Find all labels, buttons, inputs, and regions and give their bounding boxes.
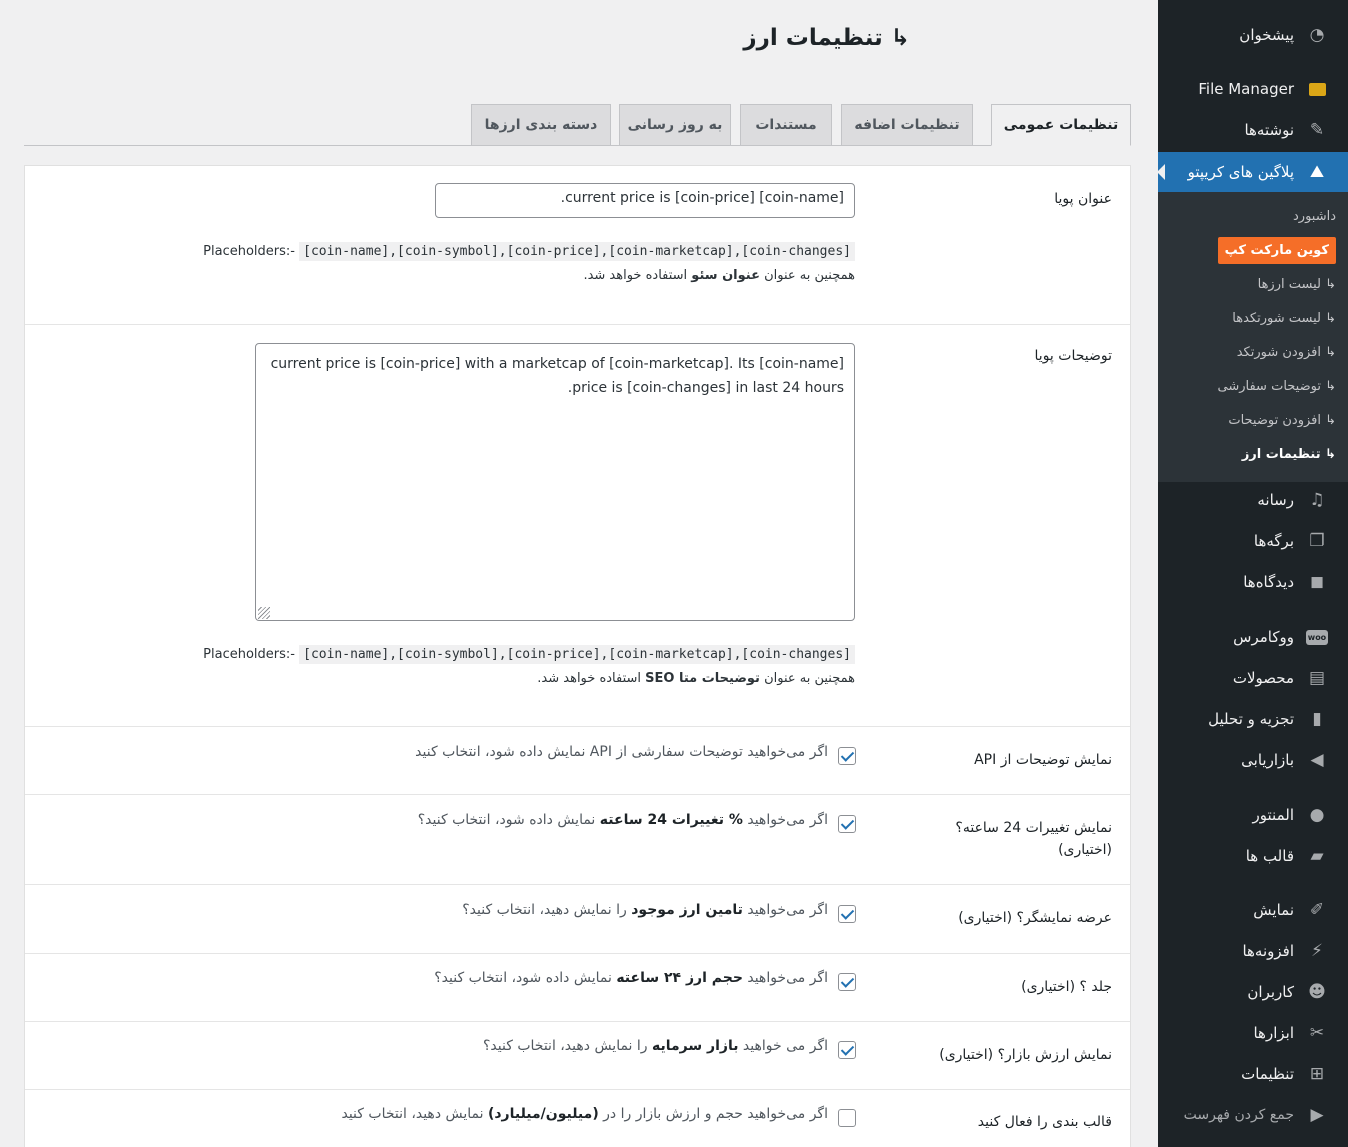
dynamic-desc-textarea[interactable]: [coin-name] current price is [coin-price…	[255, 343, 855, 621]
marketcap-label: نمایش ارزش بازار؟ (اختیاری)	[939, 1047, 1112, 1063]
menu-dashboard[interactable]: ◔ پیشخوان	[1158, 18, 1348, 52]
menu-collapse[interactable]: ▶ جمع کردن فهرست	[1158, 1098, 1348, 1132]
dashboard-icon: ◔	[1309, 25, 1325, 45]
menu-file-manager[interactable]: File Manager	[1158, 72, 1348, 106]
row-api-desc: نمایش توضیحات از API اگر می‌خواهید توضیح…	[25, 727, 1130, 795]
menu-comments[interactable]: ◼ دیدگاه‌ها	[1158, 565, 1348, 599]
row-marketcap: نمایش ارزش بازار؟ (اختیاری) اگر می خواهی…	[25, 1022, 1130, 1090]
format-text: اگر می‌خواهید حجم و ارزش بازار را در (می…	[341, 1106, 828, 1122]
menu-woocommerce[interactable]: woo ووکامرس	[1158, 620, 1348, 654]
changes24-label: نمایش تغییرات 24 ساعته؟ (اختیاری)	[955, 820, 1112, 858]
menu-analytics[interactable]: ▮ تجزیه و تحلیل	[1158, 702, 1348, 736]
submenu-add-desc[interactable]: ↳ افزودن توضیحات	[1158, 406, 1348, 434]
settings-form: عنوان پویا [coin-name] [coin-price] curr…	[24, 165, 1131, 1147]
elementor-icon: ●	[1309, 805, 1325, 825]
row-changes24: نمایش تغییرات 24 ساعته؟ (اختیاری) اگر می…	[25, 795, 1130, 885]
page-title: ↳ تنظیمات ارز	[743, 25, 910, 51]
title-note: همچنین به عنوان عنوان سئو استفاده خواهد …	[583, 268, 855, 283]
menu-label: File Manager	[1198, 80, 1294, 98]
marketcap-checkbox[interactable]	[838, 1041, 856, 1059]
crypto-submenu: داشبورد کوین مارکت کپ ↳ لیست ارزها ↳ لیس…	[1158, 192, 1348, 482]
submenu-add-shortcode[interactable]: ↳ افزودن شورتکد	[1158, 338, 1348, 366]
tab-categories[interactable]: دسته بندی ارزها	[471, 104, 611, 146]
settings-icon: ⊞	[1309, 1064, 1325, 1084]
submenu-coin-list[interactable]: ↳ لیست ارزها	[1158, 270, 1348, 298]
chart-icon: ⛰	[1309, 162, 1325, 182]
menu-plugins[interactable]: ⚡ افزونه‌ها	[1158, 934, 1348, 968]
media-icon: ♫	[1309, 490, 1325, 510]
wrench-icon: ✂	[1309, 1023, 1325, 1043]
plugin-icon: ⚡	[1311, 941, 1323, 961]
menu-pages[interactable]: ❐ برگه‌ها	[1158, 524, 1348, 558]
api-desc-label: نمایش توضیحات از API	[974, 752, 1112, 768]
pages-icon: ❐	[1309, 531, 1325, 551]
row-dynamic-desc: توضیحات پویا [coin-name] current price i…	[25, 325, 1130, 727]
marketcap-text: اگر می خواهید بازار سرمایه را نمایش دهید…	[483, 1038, 828, 1054]
menu-products[interactable]: ▤ محصولات	[1158, 661, 1348, 695]
menu-label: پلاگین های کریپتو	[1187, 163, 1294, 181]
title-placeholders: Placeholders:- [coin-name],[coin-symbol]…	[203, 242, 855, 261]
menu-label: نوشته‌ها	[1244, 121, 1294, 139]
tab-extra[interactable]: تنظیمات اضافه	[841, 104, 973, 146]
dynamic-desc-label: توضیحات پویا	[1034, 348, 1112, 364]
submenu-custom-desc[interactable]: ↳ توضیحات سفارشی	[1158, 372, 1348, 400]
dynamic-title-label: عنوان پویا	[1054, 191, 1112, 207]
archive-icon: ▤	[1308, 668, 1326, 688]
changes24-checkbox[interactable]	[838, 815, 856, 833]
woo-icon: woo	[1306, 626, 1328, 648]
bar-chart-icon: ▮	[1312, 709, 1322, 729]
desc-note: همچنین به عنوان توضیحات متا SEO استفاده …	[537, 671, 855, 686]
menu-marketing[interactable]: ◀ بازاریابی	[1158, 743, 1348, 777]
row-format: قالب بندی را فعال کنید اگر می‌خواهید حجم…	[25, 1090, 1130, 1147]
volume-text: اگر می‌خواهید حجم ارز ۲۴ ساعته نمایش داد…	[434, 970, 828, 986]
changes24-text: اگر می‌خواهید % تغییرات 24 ساعته نمایش د…	[417, 812, 828, 828]
row-dynamic-title: عنوان پویا [coin-name] [coin-price] curr…	[25, 166, 1130, 325]
coinmarketcap-badge: کوین مارکت کپ	[1217, 236, 1336, 264]
menu-templates[interactable]: ▰ قالب ها	[1158, 839, 1348, 873]
supply-checkbox[interactable]	[838, 905, 856, 923]
megaphone-icon: ◀	[1310, 750, 1324, 770]
supply-label: عرضه نمایشگر؟ (اختیاری)	[958, 910, 1112, 926]
menu-users[interactable]: ☻ کاربران	[1158, 975, 1348, 1009]
format-label: قالب بندی را فعال کنید	[977, 1114, 1112, 1130]
dynamic-title-input[interactable]: [coin-name] [coin-price] current price i…	[435, 183, 855, 218]
resize-handle[interactable]	[258, 607, 270, 619]
row-supply: عرضه نمایشگر؟ (اختیاری) اگر می‌خواهید تا…	[25, 885, 1130, 954]
submenu-coin-settings[interactable]: ↳ تنظیمات ارز	[1158, 440, 1348, 468]
settings-tabs: تنظیمات عمومی تنظیمات اضافه مستندات به ر…	[24, 104, 1131, 146]
menu-settings[interactable]: ⊞ تنظیمات	[1158, 1057, 1348, 1091]
folder-open-icon: ▰	[1310, 846, 1324, 866]
menu-tools[interactable]: ✂ ابزارها	[1158, 1016, 1348, 1050]
menu-crypto-plugins[interactable]: ⛰ پلاگین های کریپتو	[1157, 152, 1348, 192]
user-icon: ☻	[1308, 982, 1326, 1002]
admin-sidebar: ◔ پیشخوان File Manager ✎ نوشته‌ها ⛰ پلاگ…	[1157, 0, 1348, 1147]
tab-updates[interactable]: به روز رسانی	[619, 104, 731, 146]
main-content: ↳ تنظیمات ارز تنظیمات عمومی تنظیمات اضاف…	[0, 0, 1158, 1147]
desc-placeholders: Placeholders:- [coin-name],[coin-symbol]…	[203, 645, 855, 664]
submenu-shortcode-list[interactable]: ↳ لیست شورتکدها	[1158, 304, 1348, 332]
volume-label: جلد ؟ (اختیاری)	[1021, 979, 1112, 995]
menu-elementor[interactable]: ● المنتور	[1158, 798, 1348, 832]
brush-icon: ✐	[1309, 900, 1325, 920]
folder-icon	[1306, 78, 1328, 100]
api-desc-checkbox[interactable]	[838, 747, 856, 765]
comments-icon: ◼	[1309, 572, 1325, 592]
collapse-icon: ▶	[1310, 1105, 1324, 1125]
menu-media[interactable]: ♫ رسانه	[1158, 483, 1348, 517]
submenu-coinmarketcap[interactable]: کوین مارکت کپ	[1158, 236, 1348, 264]
menu-posts[interactable]: ✎ نوشته‌ها	[1158, 113, 1348, 147]
row-volume: جلد ؟ (اختیاری) اگر می‌خواهید حجم ارز ۲۴…	[25, 954, 1130, 1022]
pin-icon: ✎	[1309, 120, 1325, 140]
tab-general[interactable]: تنظیمات عمومی	[991, 104, 1131, 146]
api-desc-text: اگر می‌خواهید توضیحات سفارشی از API نمای…	[415, 744, 828, 760]
menu-label: پیشخوان	[1239, 26, 1294, 44]
menu-appearance[interactable]: ✐ نمایش	[1158, 893, 1348, 927]
format-checkbox[interactable]	[838, 1109, 856, 1127]
tab-docs[interactable]: مستندات	[740, 104, 832, 146]
submenu-dashboard[interactable]: داشبورد	[1158, 202, 1348, 230]
volume-checkbox[interactable]	[838, 973, 856, 991]
supply-text: اگر می‌خواهید تامین ارز موجود را نمایش د…	[462, 902, 828, 918]
